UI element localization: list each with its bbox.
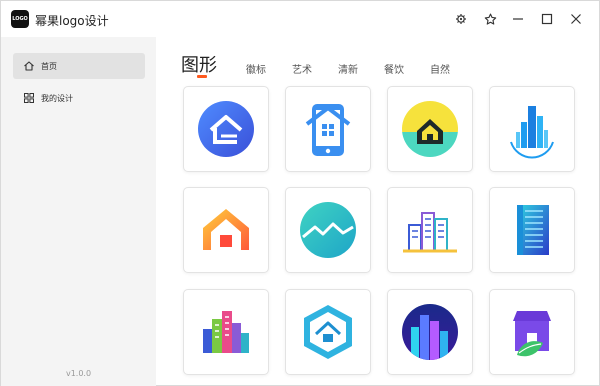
sidebar-item-home[interactable]: 首页	[13, 53, 145, 79]
minimize-icon[interactable]	[508, 9, 528, 29]
template-card[interactable]	[387, 86, 473, 172]
city-buildings-line-icon	[403, 212, 457, 253]
template-card[interactable]	[489, 86, 575, 172]
sidebar-item-label: 首页	[41, 61, 57, 71]
maximize-icon[interactable]	[537, 9, 557, 29]
template-card[interactable]	[183, 187, 269, 273]
template-card[interactable]	[489, 289, 575, 375]
template-card[interactable]	[387, 187, 473, 273]
settings-icon[interactable]	[451, 9, 471, 29]
skyscraper-blue-icon	[510, 106, 554, 159]
mountain-roofs-circle-icon	[300, 202, 356, 258]
star-icon[interactable]	[480, 9, 500, 29]
app-window: LOGO 幂果logo设计 首页 我的设计 v1.0.0 图形 徽标 艺术 清新…	[0, 0, 600, 386]
sidebar-item-my-designs[interactable]: 我的设计	[13, 85, 145, 111]
hexagon-house-icon	[304, 305, 352, 359]
active-tab-indicator	[197, 75, 207, 78]
version-label: v1.0.0	[65, 369, 92, 378]
house-gradient-orange-icon	[203, 209, 249, 250]
house-circle-blue-icon	[198, 101, 254, 157]
shop-leaf-icon	[513, 311, 551, 357]
colorful-city-icon	[203, 311, 249, 353]
template-card[interactable]	[285, 289, 371, 375]
sidebar-item-label: 我的设计	[41, 93, 73, 103]
home-icon	[23, 60, 35, 72]
phone-house-icon	[305, 104, 351, 156]
template-card[interactable]	[183, 289, 269, 375]
template-card[interactable]	[285, 187, 371, 273]
template-card[interactable]	[387, 289, 473, 375]
template-card[interactable]	[285, 86, 371, 172]
template-card[interactable]	[183, 86, 269, 172]
house-circle-yellow-icon	[402, 101, 458, 157]
template-card[interactable]	[489, 187, 575, 273]
tall-building-blue-icon	[517, 205, 549, 255]
close-icon[interactable]	[566, 9, 586, 29]
title-bar: LOGO 幂果logo设计	[1, 1, 599, 37]
app-title: 幂果logo设计	[35, 14, 109, 28]
sidebar: 首页 我的设计 v1.0.0	[1, 37, 156, 386]
app-logo-icon: LOGO	[11, 10, 29, 28]
grid-icon	[23, 92, 35, 104]
city-night-circle-icon	[402, 304, 458, 360]
